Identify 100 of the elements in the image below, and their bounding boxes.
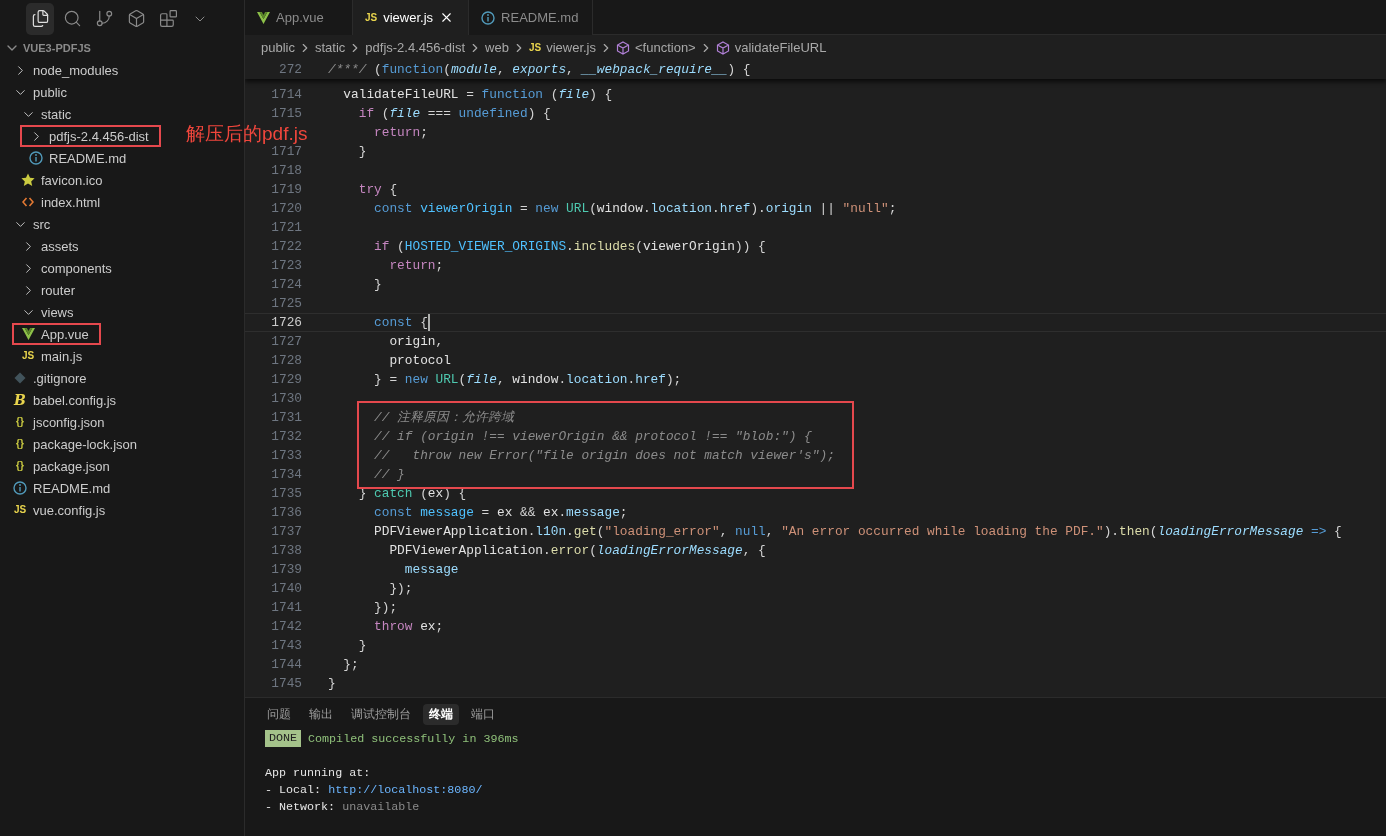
panel-tab[interactable]: 问题 <box>261 703 297 725</box>
folder-item[interactable]: src <box>4 213 63 235</box>
panel-tab[interactable]: 终端 <box>423 703 459 725</box>
line-number: 1730 <box>270 391 302 406</box>
line-number: 1723 <box>270 258 302 273</box>
line-number: 1724 <box>270 277 302 292</box>
file-item[interactable]: {} jsconfig.json <box>4 411 117 433</box>
line-number: 1721 <box>270 220 302 235</box>
breadcrumb-item[interactable]: pdfjs-2.4.456-dist <box>365 40 466 55</box>
explorer-header[interactable]: VUE3-PDFJS <box>0 37 244 59</box>
file-item[interactable]: README.md <box>20 147 139 169</box>
breadcrumb-item[interactable]: public <box>261 40 295 55</box>
line-number: 1714 <box>270 87 302 102</box>
line-number: 1732 <box>270 429 302 444</box>
file-item[interactable]: JS main.js <box>12 345 95 367</box>
panel-tab[interactable]: 端口 <box>465 703 501 725</box>
url-link[interactable]: http://localhost:8080/ <box>328 782 483 797</box>
breadcrumb-item[interactable]: JS viewer.js <box>528 40 596 55</box>
file-type-icon: {} <box>16 439 24 449</box>
line-number: 1734 <box>270 467 302 482</box>
folder-item[interactable]: components <box>12 257 124 279</box>
code-line: protocol <box>388 353 451 368</box>
file-item[interactable]: B babel.config.js <box>4 389 129 411</box>
branch-icon <box>94 9 114 28</box>
code-line: }; <box>342 657 359 672</box>
vue-icon <box>21 328 35 340</box>
code-line: throw ex; <box>373 619 444 634</box>
files-icon <box>30 9 50 28</box>
editor-tab[interactable]: App.vue <box>245 0 353 35</box>
blocks-icon <box>158 9 178 28</box>
code-line: origin, <box>388 334 444 349</box>
breadcrumb-item[interactable]: web <box>485 40 509 55</box>
breadcrumb-item[interactable]: static <box>314 40 346 55</box>
line-number: 1728 <box>270 353 302 368</box>
code-line: // if (origin !== viewerOrigin && protocol !== "blob:") { <box>373 429 812 444</box>
line-number: 1729 <box>270 372 302 387</box>
line-number: 1722 <box>270 239 302 254</box>
folder-item[interactable]: views <box>12 301 86 323</box>
code-line: } <box>328 676 336 691</box>
annotation-text: 解压后的pdf.js <box>186 123 308 144</box>
line-number: 1742 <box>270 619 302 634</box>
terminal-line: App running at: <box>265 765 371 780</box>
file-type-icon: JS <box>528 42 542 53</box>
code-line: message <box>403 562 459 577</box>
terminal-line: Compiled successfully in 396ms <box>308 731 519 746</box>
line-number: 1738 <box>270 543 302 558</box>
star-icon <box>21 173 35 187</box>
file-item[interactable]: {} package.json <box>4 455 122 477</box>
folder-item[interactable]: router <box>12 279 87 301</box>
vue-icon <box>257 11 270 24</box>
folder-item[interactable]: pdfjs-2.4.456-dist <box>20 125 161 147</box>
folder-item[interactable]: assets <box>12 235 91 257</box>
code-line: /***/ (function(module, exports, __webpack_require__) { <box>328 62 751 77</box>
search-icon <box>62 9 82 28</box>
folder-item[interactable]: node_modules <box>4 59 131 81</box>
file-type-icon: {} <box>16 461 24 471</box>
line-number: 1736 <box>270 505 302 520</box>
folder-item[interactable]: static <box>12 103 84 125</box>
code-line: // 注释原因：允许跨域 <box>373 409 515 426</box>
activity-button[interactable] <box>26 2 54 35</box>
line-number: 1727 <box>270 334 302 349</box>
file-item[interactable]: index.html <box>12 191 113 213</box>
file-item[interactable]: JS vue.config.js <box>4 499 118 521</box>
terminal-line: - Local: http://localhost:8080/ <box>265 782 483 797</box>
code-line: const message = ex && ex.message; <box>373 505 628 520</box>
line-number: 1718 <box>270 163 302 178</box>
code-icon <box>22 197 34 207</box>
file-type-icon: JS <box>365 12 378 23</box>
code-line: if (HOSTED_VIEWER_ORIGINS.includes(viewerOrigin)) { <box>373 239 766 254</box>
breadcrumb-item[interactable]: <function> <box>616 40 696 55</box>
file-item[interactable]: README.md <box>4 477 123 499</box>
folder-item[interactable]: public <box>4 81 79 103</box>
line-number: 1743 <box>270 638 302 653</box>
code-line: PDFViewerApplication.l10n.get("loading_error", null, "An error occurred while loading the PDF.").then(loadingErrorMessage => { <box>373 524 1342 539</box>
file-type-icon: JS <box>13 505 27 515</box>
file-item[interactable]: {} package-lock.json <box>4 433 150 455</box>
code-line: const viewerOrigin = new URL(window.location.href).origin || "null"; <box>373 201 897 216</box>
file-type-icon: B <box>14 393 26 407</box>
code-line: return; <box>388 258 444 273</box>
file-type-icon: JS <box>21 351 35 361</box>
file-item[interactable]: favicon.ico <box>12 169 115 191</box>
file-item[interactable]: App.vue <box>12 323 101 345</box>
code-line: PDFViewerApplication.error(loadingErrorMessage, { <box>388 543 766 558</box>
file-item[interactable]: .gitignore <box>4 367 99 389</box>
code-line: validateFileURL = function (file) { <box>342 87 613 102</box>
line-number: 1720 <box>270 201 302 216</box>
panel-tab[interactable]: 输出 <box>303 703 339 725</box>
editor-tab[interactable]: README.md <box>469 0 594 35</box>
code-line: return; <box>373 125 428 140</box>
line-number: 1717 <box>270 144 302 159</box>
breadcrumb-item[interactable]: validateFileURL <box>715 40 827 55</box>
panel-tab[interactable]: 调试控制台 <box>345 703 417 725</box>
file-type-icon: {} <box>16 417 24 427</box>
line-number: 1740 <box>270 581 302 596</box>
editor-tab[interactable]: JS viewer.js <box>353 0 470 35</box>
code-line: // } <box>373 467 405 482</box>
line-number: 1737 <box>270 524 302 539</box>
status-badge: DONE <box>265 730 302 747</box>
line-number: 1725 <box>270 296 302 311</box>
code-line: }); <box>373 600 398 615</box>
